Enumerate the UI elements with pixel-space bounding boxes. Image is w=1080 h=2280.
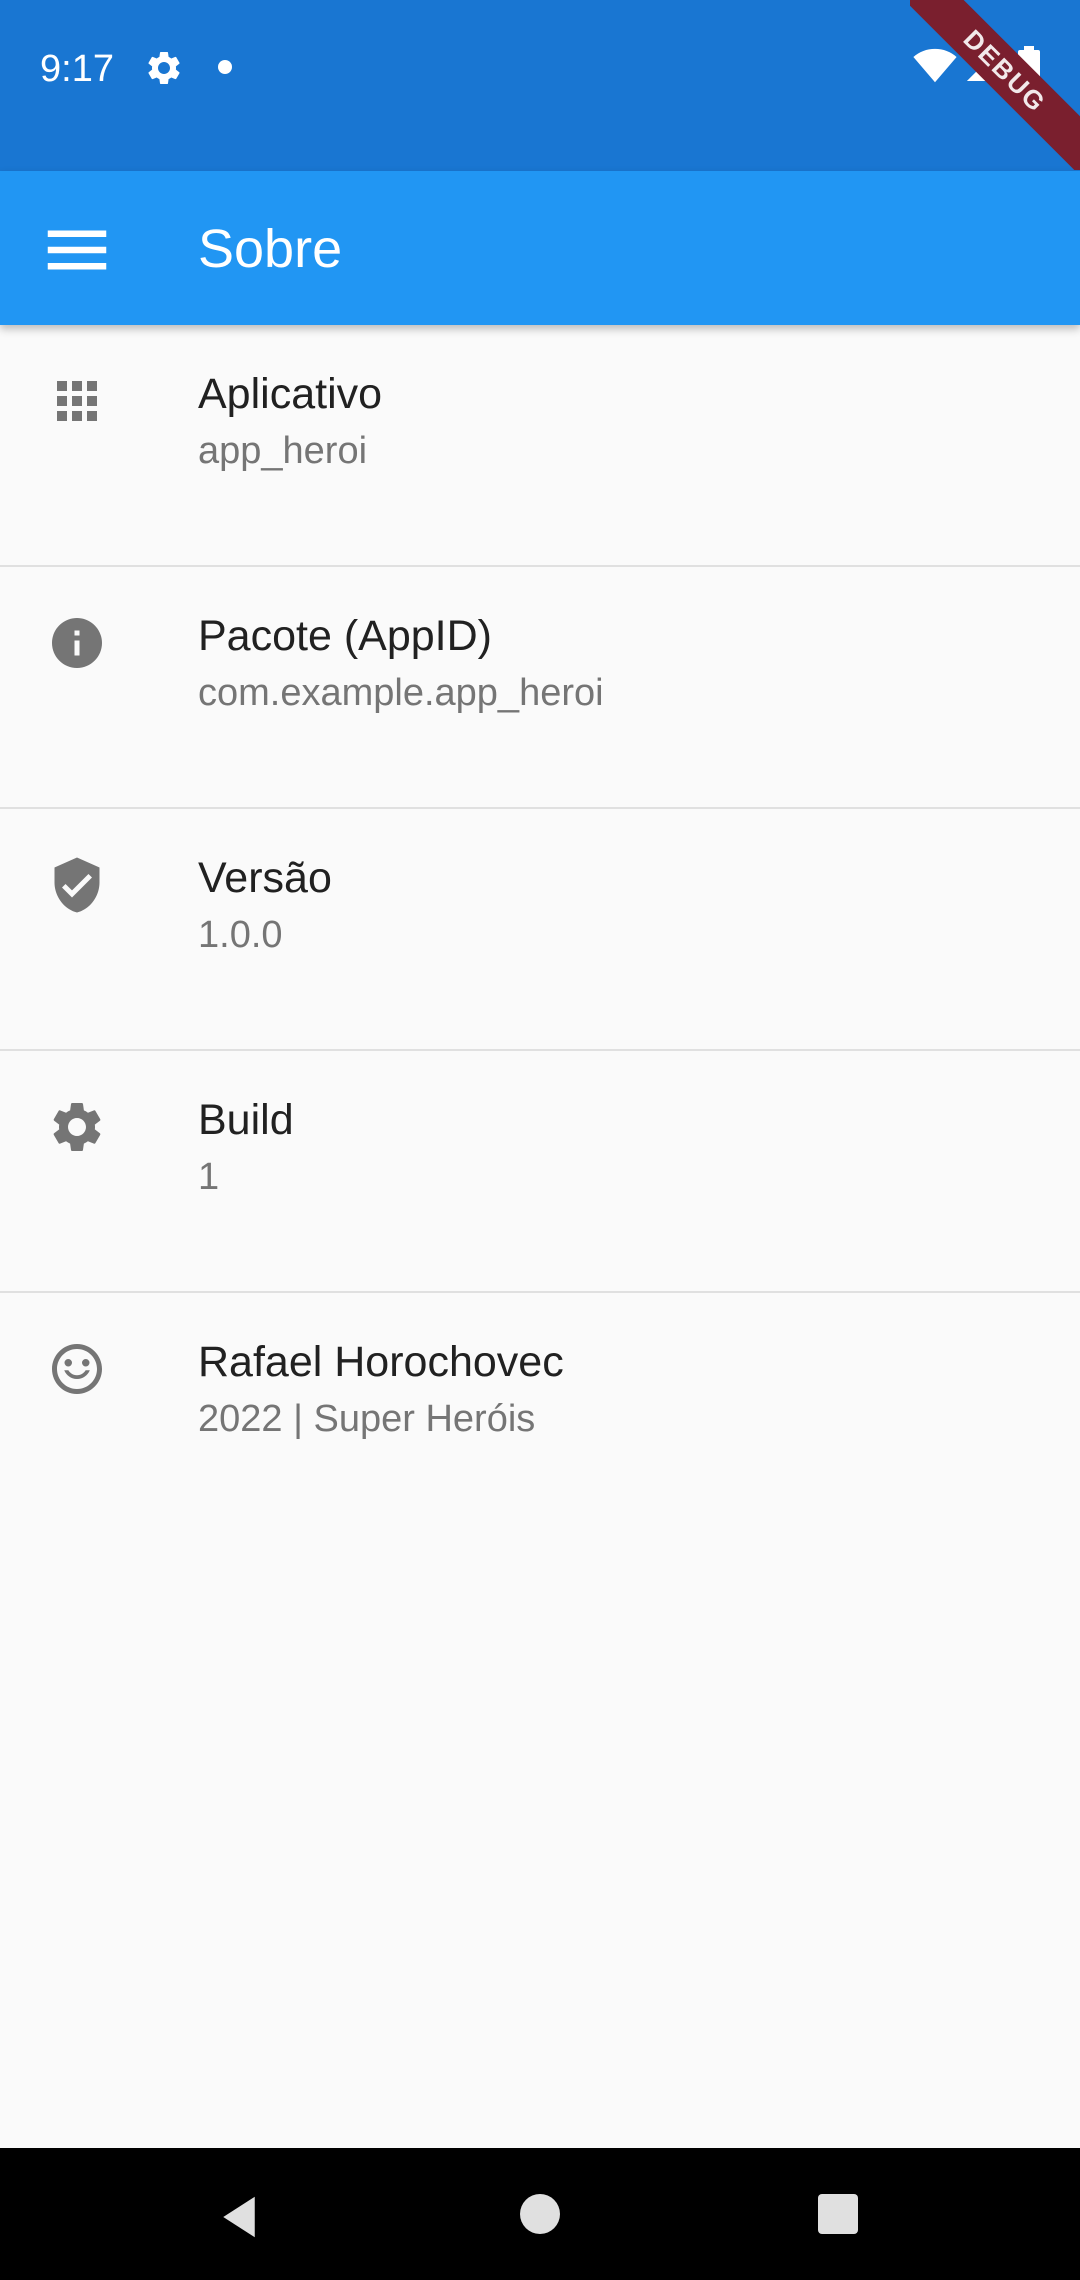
app-bar: Sobre — [0, 171, 1080, 325]
status-time: 9:17 — [40, 48, 114, 90]
notification-dot-icon — [218, 60, 232, 74]
list-item-title: Versão — [198, 854, 332, 902]
apps-grid-icon — [57, 381, 97, 421]
page-title: Sobre — [198, 219, 343, 279]
recents-icon[interactable] — [818, 2194, 858, 2234]
home-icon[interactable] — [520, 2194, 560, 2234]
gear-icon — [148, 51, 180, 84]
debug-banner: DEBUG — [910, 0, 1080, 170]
list-item-version[interactable]: Versão 1.0.0 — [0, 809, 1080, 1051]
system-navigation-bar — [0, 2148, 1080, 2280]
list-item-title: Build — [198, 1096, 294, 1144]
info-icon — [52, 618, 102, 668]
list-item-title: Aplicativo — [198, 370, 383, 418]
list-item-subtitle: 2022 | Super Heróis — [198, 1398, 536, 1440]
list-item-title: Pacote (AppID) — [198, 612, 492, 660]
list-item-package[interactable]: Pacote (AppID) com.example.app_heroi — [0, 567, 1080, 809]
list-item-subtitle: 1 — [198, 1156, 220, 1198]
about-list: Aplicativo app_heroi Pacote (AppID) com.… — [0, 325, 1080, 1535]
verified-shield-icon — [54, 857, 100, 913]
list-item-subtitle: com.example.app_heroi — [198, 672, 604, 714]
debug-banner-container: DEBUG — [910, 0, 1080, 170]
menu-icon[interactable] — [38, 211, 116, 289]
list-item-author[interactable]: Rafael Horochovec 2022 | Super Heróis — [0, 1293, 1080, 1535]
list-item-build[interactable]: Build 1 — [0, 1051, 1080, 1293]
smiley-face-icon — [52, 1344, 102, 1394]
back-icon[interactable] — [212, 2190, 266, 2244]
list-item-subtitle: 1.0.0 — [198, 914, 283, 956]
list-item-title: Rafael Horochovec — [198, 1338, 564, 1386]
list-item-subtitle: app_heroi — [198, 430, 368, 472]
settings-gear-icon — [53, 1102, 101, 1151]
list-item-app-name[interactable]: Aplicativo app_heroi — [0, 325, 1080, 567]
